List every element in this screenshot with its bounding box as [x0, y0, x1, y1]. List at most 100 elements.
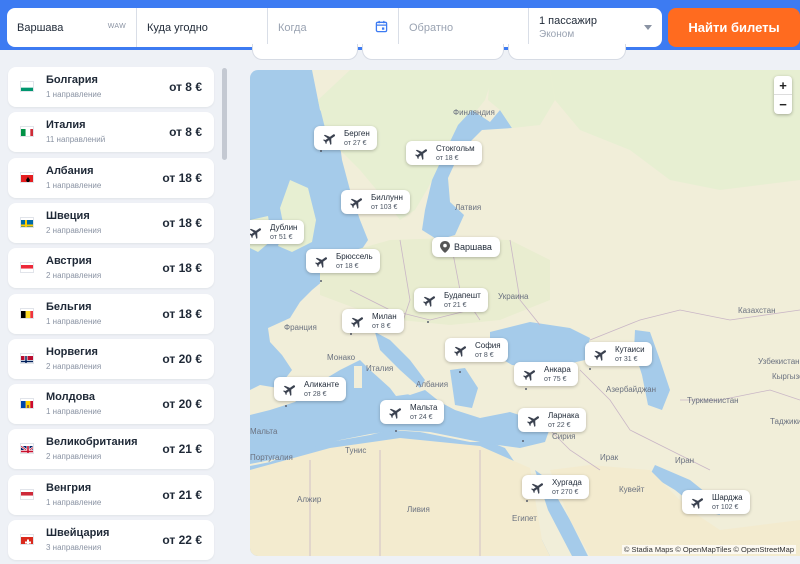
marker-city: Хургада: [552, 478, 582, 487]
passengers-field[interactable]: 1 пассажир Эконом: [529, 8, 662, 47]
flight-marker[interactable]: Мальта от 24 €: [380, 400, 445, 424]
marker-price: от 18 €: [336, 263, 359, 270]
passengers-count: 1 пассажир: [539, 14, 597, 27]
destination-value: Куда угодно: [147, 21, 208, 34]
destination-card[interactable]: Венгрия 1 направление от 21 €: [8, 474, 214, 515]
flight-marker[interactable]: Стокгольм от 18 €: [406, 141, 482, 165]
directions-count: 11 направлений: [46, 135, 106, 145]
airplane-icon: [523, 370, 536, 381]
origin-field[interactable]: Варшава WAW: [7, 8, 137, 47]
destination-card[interactable]: Великобритания 2 направления от 21 €: [8, 429, 214, 470]
origin-city: Варшава: [454, 242, 492, 252]
price-from: от 21 €: [162, 487, 202, 502]
map-label-italy: Италия: [366, 364, 394, 373]
country-name: Италия: [46, 119, 86, 132]
zoom-controls: + −: [774, 76, 792, 114]
zoom-in-button[interactable]: +: [774, 76, 792, 95]
flight-marker[interactable]: София от 8 €: [445, 338, 508, 362]
bulgaria-flag-icon: [21, 84, 33, 91]
price-from: от 8 €: [169, 80, 202, 94]
directions-count: 2 направления: [46, 361, 102, 371]
return-date-placeholder: Обратно: [409, 21, 454, 34]
marker-city: Стокгольм: [436, 144, 475, 153]
map-label-syria: Сирия: [552, 432, 576, 441]
city-dot: [589, 368, 591, 370]
map-label-libya: Ливия: [407, 505, 430, 514]
flight-marker[interactable]: Анкара от 75 €: [514, 362, 578, 386]
directions-count: 2 направления: [46, 225, 102, 235]
destination-card[interactable]: Швеция 2 направления от 18 €: [8, 202, 214, 243]
destination-card[interactable]: Болгария 1 направление от 8 €: [8, 67, 214, 107]
map-label-turkmenistan: Туркменистан: [687, 396, 739, 405]
marker-price: от 22 €: [548, 422, 571, 429]
zoom-out-button[interactable]: −: [774, 95, 792, 114]
city-dot: [320, 280, 322, 282]
airplane-icon: [531, 483, 544, 494]
country-name: Молдова: [46, 391, 96, 404]
depart-date-field[interactable]: Когда: [268, 8, 399, 47]
destination-field[interactable]: Куда угодно: [137, 8, 268, 47]
country-flag: [20, 398, 34, 410]
destination-card[interactable]: Молдова 1 направление от 20 €: [8, 384, 214, 425]
flight-marker[interactable]: Ларнака от 22 €: [518, 408, 587, 432]
location-pin-icon: [440, 241, 450, 253]
marker-price: от 28 €: [304, 391, 327, 398]
price-from: от 8 €: [169, 125, 202, 140]
flight-marker[interactable]: Берген от 27 €: [314, 126, 377, 150]
filter-chip-2[interactable]: [362, 44, 504, 60]
marker-city: Биллунн: [371, 193, 403, 202]
map[interactable]: Финляндия Латвия Украина Франция Монако …: [250, 70, 800, 556]
country-flag: [20, 171, 34, 183]
country-flag: [20, 81, 34, 92]
filter-chip-1[interactable]: [252, 44, 358, 60]
flight-marker[interactable]: Шарджа от 102 €: [682, 490, 750, 514]
list-scrollbar[interactable]: [222, 68, 227, 160]
destination-card[interactable]: Австрия 2 направления от 18 €: [8, 248, 214, 289]
find-tickets-button[interactable]: Найти билеты: [668, 8, 800, 47]
price-from: от 18 €: [162, 170, 202, 185]
flight-marker[interactable]: Милан от 8 €: [342, 309, 404, 333]
destination-card[interactable]: Албания 1 направление от 18 €: [8, 157, 214, 198]
marker-price: от 102 €: [712, 504, 739, 511]
marker-price: от 8 €: [475, 352, 494, 359]
origin-value: Варшава: [17, 21, 64, 34]
price-from: от 18 €: [162, 306, 202, 321]
marker-city: Аликанте: [304, 380, 340, 389]
flight-marker[interactable]: Будапешт от 21 €: [414, 288, 488, 312]
marker-price: от 8 €: [372, 323, 391, 330]
city-dot: [525, 388, 527, 390]
map-label-tunisia: Тунис: [345, 446, 367, 455]
country-name: Бельгия: [46, 300, 92, 313]
city-dot: [522, 440, 524, 442]
flight-marker[interactable]: Дублин от 51 €: [250, 220, 305, 244]
flight-marker[interactable]: Биллунн от 103 €: [341, 190, 410, 214]
destination-card[interactable]: Бельгия 1 направление от 18 €: [8, 293, 214, 334]
depart-date-placeholder: Когда: [278, 21, 307, 34]
destination-card[interactable]: Италия 11 направлений от 8 €: [8, 112, 214, 153]
airplane-icon: [351, 317, 364, 328]
marker-price: от 103 €: [371, 204, 398, 211]
marker-city: София: [475, 341, 501, 350]
directions-count: 1 направление: [46, 180, 102, 190]
marker-city: Дублин: [270, 223, 298, 232]
flight-marker[interactable]: Кутаиси от 31 €: [585, 342, 652, 366]
directions-count: 1 направление: [46, 90, 102, 99]
country-name: Австрия: [46, 255, 92, 268]
marker-city: Шарджа: [712, 493, 743, 502]
country-flag: [20, 352, 34, 364]
country-name: Венгрия: [46, 481, 92, 494]
return-date-field[interactable]: Обратно: [399, 8, 529, 47]
calendar-icon[interactable]: [375, 20, 388, 33]
flight-marker[interactable]: Хургада от 270 €: [522, 475, 589, 499]
destination-card[interactable]: Швейцария 3 направления от 22 €: [8, 520, 214, 560]
origin-marker[interactable]: Варшава: [432, 237, 500, 257]
destination-card[interactable]: Норвегия 2 направления от 20 €: [8, 338, 214, 379]
country-name: Албания: [46, 164, 94, 177]
map-label-algeria: Алжир: [297, 495, 322, 504]
marker-price: от 75 €: [544, 376, 567, 383]
marker-price: от 51 €: [270, 234, 293, 241]
flight-marker[interactable]: Брюссель от 18 €: [306, 249, 380, 273]
filter-chip-3[interactable]: [508, 44, 626, 60]
flight-marker[interactable]: Аликанте от 28 €: [274, 377, 347, 401]
directions-count: 1 направление: [46, 407, 102, 417]
